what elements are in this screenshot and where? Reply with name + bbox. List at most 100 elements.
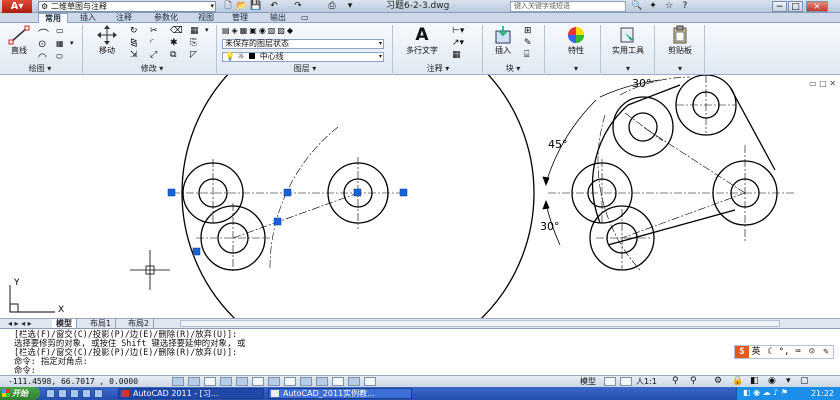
dynamic-input-toggle[interactable] — [300, 377, 312, 386]
hardware-acceleration-icon[interactable]: ◧ — [750, 376, 759, 387]
stretch-icon[interactable]: ⇲ — [130, 50, 138, 60]
save-icon[interactable]: 💾 — [248, 0, 264, 13]
coordinate-readout[interactable]: -111.4598, 66.7017 , 0.0000 — [8, 376, 138, 387]
scale-icon[interactable]: ⤢ — [150, 50, 157, 60]
drawing-window-controls[interactable]: ▭ □ ✕ — [809, 79, 836, 88]
mirror-icon[interactable]: ⧎ — [130, 38, 138, 48]
tray-icons[interactable]: ◧ ◉ ☁ ♪ ⚑ — [743, 388, 788, 397]
array-icon[interactable]: ▦ — [190, 26, 199, 36]
quick-launch-icon[interactable] — [82, 389, 91, 398]
minimize-button[interactable]: − — [772, 1, 787, 12]
table-icon[interactable]: ▦ — [452, 50, 461, 60]
clean-screen-icon[interactable]: ▢ — [800, 376, 809, 387]
quick-view-drawings-button[interactable] — [620, 377, 632, 386]
taskbar-item-document[interactable]: AutoCAD_2011实例教... — [268, 388, 412, 399]
fillet-icon[interactable]: ◜ — [150, 38, 154, 48]
quick-launch-icon[interactable] — [46, 389, 55, 398]
quick-launch-icon[interactable] — [58, 389, 67, 398]
drawing-canvas[interactable]: 30° 45° 30° Y X ▭ □ ✕ — [0, 75, 840, 318]
transparency-toggle[interactable] — [332, 377, 344, 386]
taskbar-item-autocad[interactable]: AutoCAD 2011 - [习... — [118, 388, 264, 399]
attribute-icon[interactable]: ⌸ — [524, 50, 529, 60]
ime-toolbar[interactable]: S 英 ☾ °, ⌨ ☺ ✎ — [734, 345, 834, 359]
draw-more-chevron-icon[interactable]: ▾ — [70, 39, 74, 47]
print-icon[interactable]: ⎙ — [324, 0, 340, 13]
quick-view-layouts-button[interactable] — [604, 377, 616, 386]
model-space-label[interactable]: 模型 — [580, 376, 596, 387]
search-input[interactable]: 键入关键字或短语 — [510, 1, 626, 12]
object-snap-tracking-toggle[interactable] — [268, 377, 280, 386]
tab-output[interactable]: 输出 — [264, 13, 292, 23]
top-left-circle-outer[interactable] — [612, 96, 674, 158]
utilities-button[interactable]: 实用工具 — [606, 25, 650, 56]
layer-state-combo[interactable]: 未保存的图层状态 ▾ — [222, 39, 384, 49]
application-menu-button[interactable]: A▾ — [2, 0, 32, 13]
hatch-icon[interactable]: ▦ — [56, 39, 64, 48]
quick-access-dropdown-icon[interactable]: ▾ — [342, 0, 358, 13]
tab-parametric[interactable]: 参数化 — [148, 13, 184, 23]
maximize-button[interactable]: □ — [788, 1, 803, 12]
ortho-mode-toggle[interactable] — [204, 377, 216, 386]
3d-object-snap-toggle[interactable] — [252, 377, 264, 386]
grid-display-toggle[interactable] — [188, 377, 200, 386]
offset-icon[interactable]: ⧉ — [170, 50, 176, 60]
tab-annotate[interactable]: 注释 — [110, 13, 138, 23]
status-menu-icon[interactable]: ▾ — [786, 376, 791, 387]
copy-icon[interactable]: ⎘ — [190, 38, 197, 48]
tab-insert[interactable]: 插入 — [74, 13, 102, 23]
horizontal-scrollbar[interactable] — [180, 320, 780, 327]
edit-block-icon[interactable]: ✎ — [524, 38, 532, 48]
search-icon[interactable]: 🔍 — [630, 0, 644, 13]
tab-manage[interactable]: 管理 — [226, 13, 254, 23]
communication-center-icon[interactable]: ✦ — [646, 0, 660, 13]
start-button[interactable]: 开始 — [0, 387, 40, 400]
isolate-objects-icon[interactable]: ◉ — [768, 376, 776, 387]
linear-dimension-icon[interactable]: ⊢▾ — [452, 26, 464, 36]
arc-icon[interactable]: ◠ — [38, 52, 47, 63]
clipboard-button[interactable]: 剪贴板 — [660, 25, 700, 56]
quick-properties-toggle[interactable] — [348, 377, 360, 386]
line-button[interactable]: 直线 — [4, 25, 34, 56]
properties-panel-dropdown-icon[interactable]: ▾ — [556, 64, 596, 74]
workspace-switch-icon[interactable]: ⚙ — [714, 376, 722, 387]
erase-icon[interactable]: ⌫ — [170, 26, 183, 36]
chamfer-icon[interactable]: ◸ — [190, 50, 197, 60]
ribbon-minimize-icon[interactable]: ▭ — [298, 13, 312, 23]
help-icon[interactable]: ? — [678, 0, 692, 13]
properties-button[interactable]: 特性 — [556, 25, 596, 56]
favorites-star-icon[interactable]: ☆ — [662, 0, 676, 13]
rectangle-icon[interactable]: ▭ — [56, 26, 64, 35]
insert-block-button[interactable]: 插入 — [488, 25, 518, 56]
modify-dropdown-icon[interactable]: ▾ — [205, 26, 209, 34]
utilities-panel-dropdown-icon[interactable]: ▾ — [606, 64, 650, 74]
object-snap-toggle[interactable] — [236, 377, 248, 386]
right-view[interactable] — [571, 75, 778, 271]
command-window[interactable]: [栏选(F)/窗交(C)/投影(P)/边(E)/删除(R)/放弃(U)]: 选择… — [0, 328, 840, 375]
command-input[interactable]: 命令: — [14, 366, 36, 375]
snap-mode-toggle[interactable] — [172, 377, 184, 386]
selection-cycling-toggle[interactable] — [364, 377, 376, 386]
drawing-svg[interactable]: 30° 45° 30° Y X — [0, 75, 840, 318]
leader-icon[interactable]: ↗▾ — [452, 38, 464, 48]
lock-icon[interactable]: 🔒 — [732, 376, 743, 387]
annotation-visibility-icon[interactable]: ⚲ — [672, 376, 679, 387]
trim-icon[interactable]: ✂ — [150, 26, 158, 36]
dynamic-ucs-toggle[interactable] — [284, 377, 296, 386]
circle-icon[interactable]: ⊙ — [38, 39, 46, 50]
auto-scale-icon[interactable]: ⚲ — [690, 376, 697, 387]
ellipse-icon[interactable]: ⬭ — [56, 52, 63, 62]
quick-launch-icon[interactable] — [70, 389, 79, 398]
undo-icon[interactable]: ↶ — [266, 0, 282, 13]
clock[interactable]: 21:22 — [811, 387, 834, 400]
polar-tracking-toggle[interactable] — [220, 377, 232, 386]
multiline-text-button[interactable]: A 多行文字 — [398, 25, 446, 56]
lineweight-toggle[interactable] — [316, 377, 328, 386]
redo-icon[interactable]: ↷ — [290, 0, 306, 13]
annotation-scale[interactable]: 人1:1 — [636, 376, 657, 387]
close-button[interactable]: × — [806, 1, 828, 12]
move-button[interactable]: 移动 — [90, 25, 124, 56]
rotate-icon[interactable]: ↻ — [130, 26, 138, 36]
tab-view[interactable]: 视图 — [192, 13, 220, 23]
create-block-icon[interactable]: ⊞ — [524, 26, 532, 36]
quick-launch-icon[interactable] — [94, 389, 103, 398]
